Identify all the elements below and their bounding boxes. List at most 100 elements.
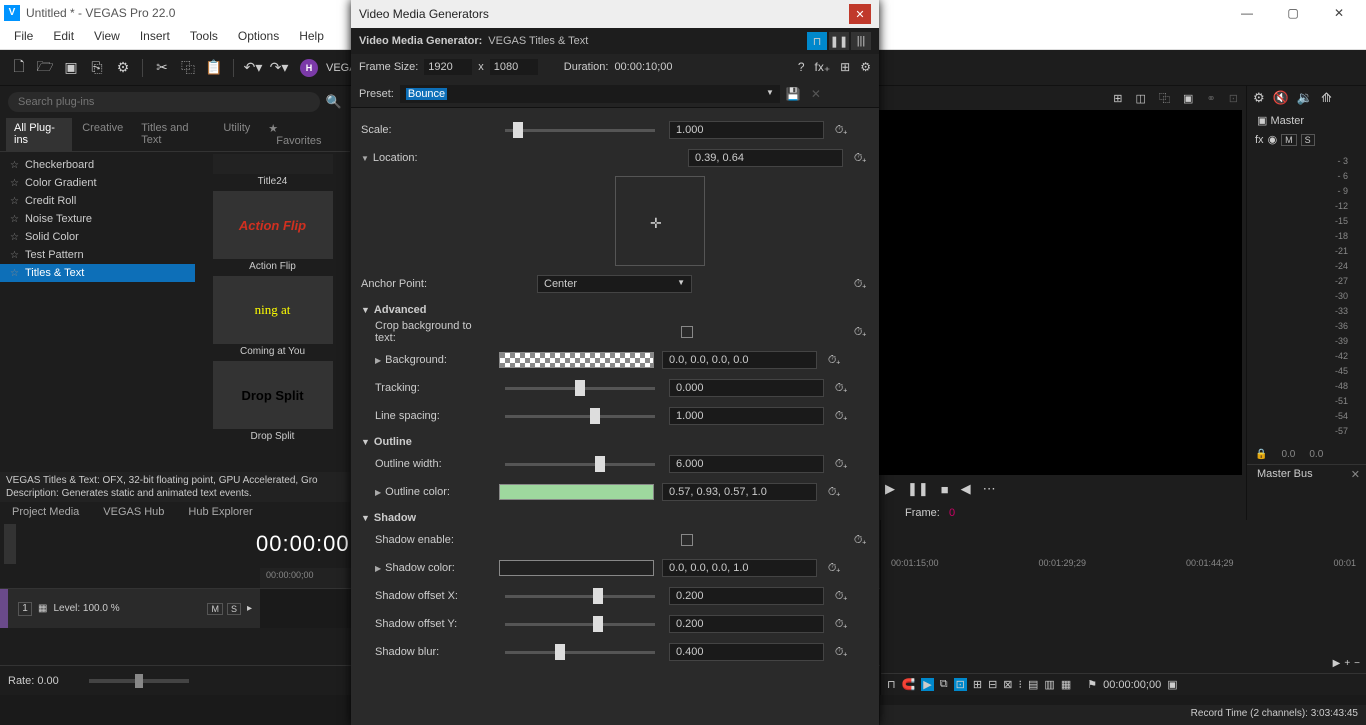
marker-icon[interactable]: ▶ bbox=[921, 678, 933, 691]
plugin-item[interactable]: ☆Test Pattern bbox=[0, 246, 195, 264]
snap-icon[interactable]: ⊓ bbox=[887, 678, 896, 691]
star-icon[interactable]: ☆ bbox=[10, 196, 19, 207]
shadow-y-value[interactable]: 0.200 bbox=[669, 615, 824, 633]
background-value[interactable]: 0.0, 0.0, 0.0, 0.0 bbox=[662, 351, 817, 369]
prev-icon[interactable]: ◀ bbox=[961, 481, 971, 497]
crop-checkbox[interactable] bbox=[681, 326, 693, 338]
shadow-color-swatch[interactable] bbox=[499, 560, 654, 576]
master-bus-tab[interactable]: Master Bus✕ bbox=[1247, 464, 1366, 483]
tool-icon[interactable]: ▥ bbox=[1044, 678, 1054, 691]
star-icon[interactable]: ☆ bbox=[10, 178, 19, 189]
sliders-icon[interactable]: ⟰ bbox=[1321, 90, 1332, 106]
preset-thumb[interactable]: Drop SplitDrop Split bbox=[213, 361, 333, 444]
keyframe-icon[interactable]: ⏱₊ bbox=[832, 587, 850, 605]
linespacing-slider[interactable] bbox=[505, 415, 655, 418]
keyframe-icon[interactable]: ⏱₊ bbox=[832, 379, 850, 397]
dialog-close-button[interactable]: ✕ bbox=[849, 4, 871, 24]
scale-slider[interactable] bbox=[505, 129, 655, 132]
tab-favorites[interactable]: ★ Favorites bbox=[260, 118, 344, 151]
split-icon[interactable]: ◫ bbox=[1136, 93, 1146, 105]
shadow-enable-checkbox[interactable] bbox=[681, 534, 693, 546]
frame-width-input[interactable] bbox=[424, 59, 472, 75]
menu-edit[interactable]: Edit bbox=[43, 25, 84, 49]
track-icon[interactable]: ▦ bbox=[38, 603, 47, 614]
remove-icon[interactable]: − bbox=[1354, 658, 1360, 669]
lock-icon[interactable]: ⧉ bbox=[940, 678, 948, 691]
copy-icon[interactable]: ⿻ bbox=[177, 57, 199, 79]
star-icon[interactable]: ☆ bbox=[10, 250, 19, 261]
automation-icon[interactable]: ◉ bbox=[1268, 133, 1278, 146]
fx-icon[interactable]: fx₊ bbox=[815, 60, 831, 74]
undo-icon[interactable]: ↶▾ bbox=[242, 57, 264, 79]
star-icon[interactable]: ☆ bbox=[10, 214, 19, 225]
more-icon[interactable]: ⋯ bbox=[983, 481, 996, 497]
tab-vegas-hub[interactable]: VEGAS Hub bbox=[91, 502, 176, 522]
star-icon[interactable]: ☆ bbox=[10, 268, 19, 279]
keyframe-icon[interactable]: ⏱₊ bbox=[825, 559, 843, 577]
keyframe-icon[interactable]: ⏱₊ bbox=[851, 531, 869, 549]
close-button[interactable]: ✕ bbox=[1316, 0, 1362, 25]
plugin-item[interactable]: ☆Color Gradient bbox=[0, 174, 195, 192]
cut-icon[interactable]: ✂ bbox=[151, 57, 173, 79]
more-icon[interactable]: ▸ bbox=[247, 603, 252, 614]
background-swatch[interactable] bbox=[499, 352, 654, 368]
menu-tools[interactable]: Tools bbox=[180, 25, 228, 49]
play-icon[interactable]: ▶ bbox=[885, 481, 895, 497]
tab-utility[interactable]: Utility bbox=[215, 118, 258, 151]
snapshot-icon[interactable]: ▣ bbox=[1183, 93, 1193, 105]
keyframe-icon[interactable]: ⏱₊ bbox=[832, 455, 850, 473]
menu-options[interactable]: Options bbox=[228, 25, 289, 49]
ruler-right[interactable]: 00:01:15;00 00:01:29;29 00:01:44;29 00:0… bbox=[881, 554, 1366, 572]
shadow-y-slider[interactable] bbox=[505, 623, 655, 626]
delete-preset-icon[interactable]: ✕ bbox=[811, 87, 821, 101]
menu-insert[interactable]: Insert bbox=[130, 25, 180, 49]
plugin-item[interactable]: ☆Noise Texture bbox=[0, 210, 195, 228]
replace-icon[interactable]: ⊞ bbox=[840, 60, 850, 74]
keyframe-icon[interactable]: ⏱₊ bbox=[851, 323, 869, 341]
tool-icon[interactable]: ⊞ bbox=[973, 678, 982, 691]
search-input[interactable] bbox=[8, 92, 320, 112]
magnet-icon[interactable]: 🧲 bbox=[902, 678, 916, 691]
save-icon[interactable]: ⎘ bbox=[86, 57, 108, 79]
shadow-color-value[interactable]: 0.0, 0.0, 0.0, 1.0 bbox=[662, 559, 817, 577]
shadow-x-value[interactable]: 0.200 bbox=[669, 587, 824, 605]
minimize-button[interactable]: — bbox=[1224, 0, 1270, 25]
preset-thumb[interactable]: Action FlipAction Flip bbox=[213, 191, 333, 274]
keyframe-icon[interactable]: ⏱₊ bbox=[825, 351, 843, 369]
lock-icon[interactable]: 🔒 bbox=[1255, 449, 1267, 460]
search-icon[interactable]: 🔍 bbox=[326, 94, 342, 110]
tab-all-plugins[interactable]: All Plug-ins bbox=[6, 118, 72, 151]
tracking-value[interactable]: 0.000 bbox=[669, 379, 824, 397]
keyframe-icon[interactable]: ⏱₊ bbox=[832, 407, 850, 425]
bars-icon[interactable]: ||| bbox=[851, 32, 871, 50]
keyframe-icon[interactable]: ⏱₊ bbox=[832, 615, 850, 633]
save-preset-icon[interactable]: 💾 bbox=[786, 87, 801, 101]
tool-icon[interactable]: ⊟ bbox=[988, 678, 997, 691]
tool-icon[interactable]: ⁝ bbox=[1019, 678, 1023, 691]
open-icon[interactable]: 🗁 bbox=[34, 57, 56, 79]
solo-button[interactable]: S bbox=[1301, 134, 1315, 146]
menu-file[interactable]: File bbox=[4, 25, 43, 49]
panel-handle[interactable] bbox=[4, 524, 16, 564]
outline-width-value[interactable]: 6.000 bbox=[669, 455, 824, 473]
tool-icon[interactable]: ⊠ bbox=[1003, 678, 1012, 691]
stop-icon[interactable]: ■ bbox=[941, 482, 949, 497]
plugin-item-selected[interactable]: ☆Titles & Text bbox=[0, 264, 195, 282]
duration-value[interactable]: 00:00:10;00 bbox=[614, 61, 672, 73]
camera-icon[interactable]: ▣ bbox=[60, 57, 82, 79]
preset-thumb[interactable]: Title24 bbox=[213, 154, 333, 189]
keyframe-icon[interactable]: ⏱₊ bbox=[832, 121, 850, 139]
tool-icon[interactable]: ▤ bbox=[1028, 678, 1038, 691]
outline-width-slider[interactable] bbox=[505, 463, 655, 466]
keyframe-icon[interactable]: ⏱₊ bbox=[851, 149, 869, 167]
paste-icon[interactable]: 📋 bbox=[203, 57, 225, 79]
outline-section[interactable]: ▼Outline bbox=[361, 430, 869, 450]
overlay-icon[interactable]: ⿻ bbox=[1159, 93, 1170, 105]
fx-icon[interactable]: ⊡ bbox=[1229, 93, 1238, 105]
linespacing-value[interactable]: 1.000 bbox=[669, 407, 824, 425]
tab-creative[interactable]: Creative bbox=[74, 118, 131, 151]
scale-value[interactable]: 1.000 bbox=[669, 121, 824, 139]
gear-icon[interactable]: ⚙ bbox=[860, 60, 871, 74]
menu-help[interactable]: Help bbox=[289, 25, 334, 49]
keyframe-icon[interactable]: ⏱₊ bbox=[832, 643, 850, 661]
